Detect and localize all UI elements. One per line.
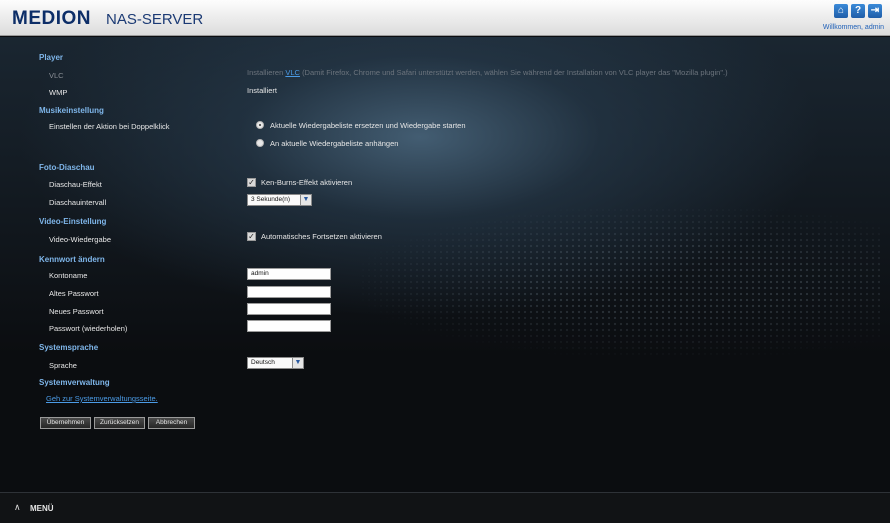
new-password-label: Neues Passwort — [49, 307, 104, 316]
section-system-title: Systemverwaltung — [39, 378, 110, 387]
home-icon[interactable]: ⌂ — [834, 4, 848, 18]
doubleclick-action-label: Einstellen der Aktion bei Doppelklick — [49, 122, 170, 131]
slideshow-interval-select[interactable]: 3 Sekunde(n) ▼ — [247, 194, 312, 206]
chevron-down-icon: ▼ — [300, 195, 311, 205]
system-admin-link[interactable]: Geh zur Systemverwaltungsseite. — [46, 394, 158, 403]
repeat-password-label: Passwort (wiederholen) — [49, 324, 128, 333]
language-label: Sprache — [49, 361, 77, 370]
vlc-install-prefix: Installieren — [247, 68, 284, 77]
logout-icon[interactable]: ⇥ — [868, 4, 882, 18]
language-select[interactable]: Deutsch ▼ — [247, 357, 304, 369]
apply-button[interactable]: Übernehmen — [40, 417, 91, 429]
medion-logo: MEDION — [12, 8, 91, 29]
vlc-install-note: (Damit Firefox, Chrome und Safari unters… — [302, 68, 728, 77]
chevron-down-icon: ▼ — [292, 358, 303, 368]
language-value: Deutsch — [251, 359, 275, 366]
chevron-up-icon[interactable]: ∧ — [14, 503, 21, 513]
old-password-label: Altes Passwort — [49, 289, 99, 298]
account-name-label: Kontoname — [49, 271, 88, 280]
header-icons: ⌂ ? ⇥ — [834, 4, 882, 18]
section-language-title: Systemsprache — [39, 343, 99, 352]
radio-replace-playlist[interactable] — [256, 121, 264, 129]
help-icon[interactable]: ? — [851, 4, 865, 18]
radio-append-playlist[interactable] — [256, 139, 264, 147]
section-password-title: Kennwort ändern — [39, 255, 105, 264]
repeat-password-input[interactable] — [247, 320, 331, 332]
section-slideshow-title: Foto-Diaschau — [39, 163, 95, 172]
new-password-input[interactable] — [247, 303, 331, 315]
reset-button[interactable]: Zurücksetzen — [94, 417, 145, 429]
footer-menu-bar: ∧ MENÜ — [0, 492, 890, 523]
vlc-install-text: Installieren VLC (Damit Firefox, Chrome … — [247, 68, 728, 77]
wmp-label: WMP — [49, 88, 68, 97]
wmp-status: Installiert — [247, 86, 278, 95]
slideshow-interval-value: 3 Sekunde(n) — [251, 196, 291, 203]
slideshow-effect-label: Diaschau-Effekt — [49, 180, 102, 189]
product-title: NAS-SERVER — [106, 11, 204, 28]
section-player-title: Player — [39, 53, 64, 62]
menu-toggle[interactable]: MENÜ — [30, 504, 54, 513]
welcome-text: Willkommen, admin — [822, 24, 884, 31]
vlc-label: VLC — [49, 71, 64, 80]
auto-resume-checkbox[interactable]: ✓ — [247, 232, 256, 241]
section-music-title: Musikeinstellung — [39, 106, 104, 115]
ken-burns-checkbox[interactable]: ✓ — [247, 178, 256, 187]
radio-replace-label: Aktuelle Wiedergabeliste ersetzen und Wi… — [270, 121, 466, 130]
ken-burns-label: Ken-Burns-Effekt aktivieren — [261, 178, 353, 187]
account-name-input[interactable]: admin — [247, 268, 331, 280]
auto-resume-label: Automatisches Fortsetzen aktivieren — [261, 232, 382, 241]
vlc-install-link[interactable]: VLC — [285, 68, 300, 77]
background-pattern — [360, 207, 880, 357]
video-playback-label: Video-Wiedergabe — [49, 235, 111, 244]
old-password-input[interactable] — [247, 286, 331, 298]
cancel-button[interactable]: Abbrechen — [148, 417, 195, 429]
radio-append-label: An aktuelle Wiedergabeliste anhängen — [270, 139, 399, 148]
section-video-title: Video-Einstellung — [39, 217, 107, 226]
top-header: MEDION NAS-SERVER ⌂ ? ⇥ Willkommen, admi… — [0, 0, 890, 36]
slideshow-interval-label: Diaschauintervall — [49, 198, 107, 207]
